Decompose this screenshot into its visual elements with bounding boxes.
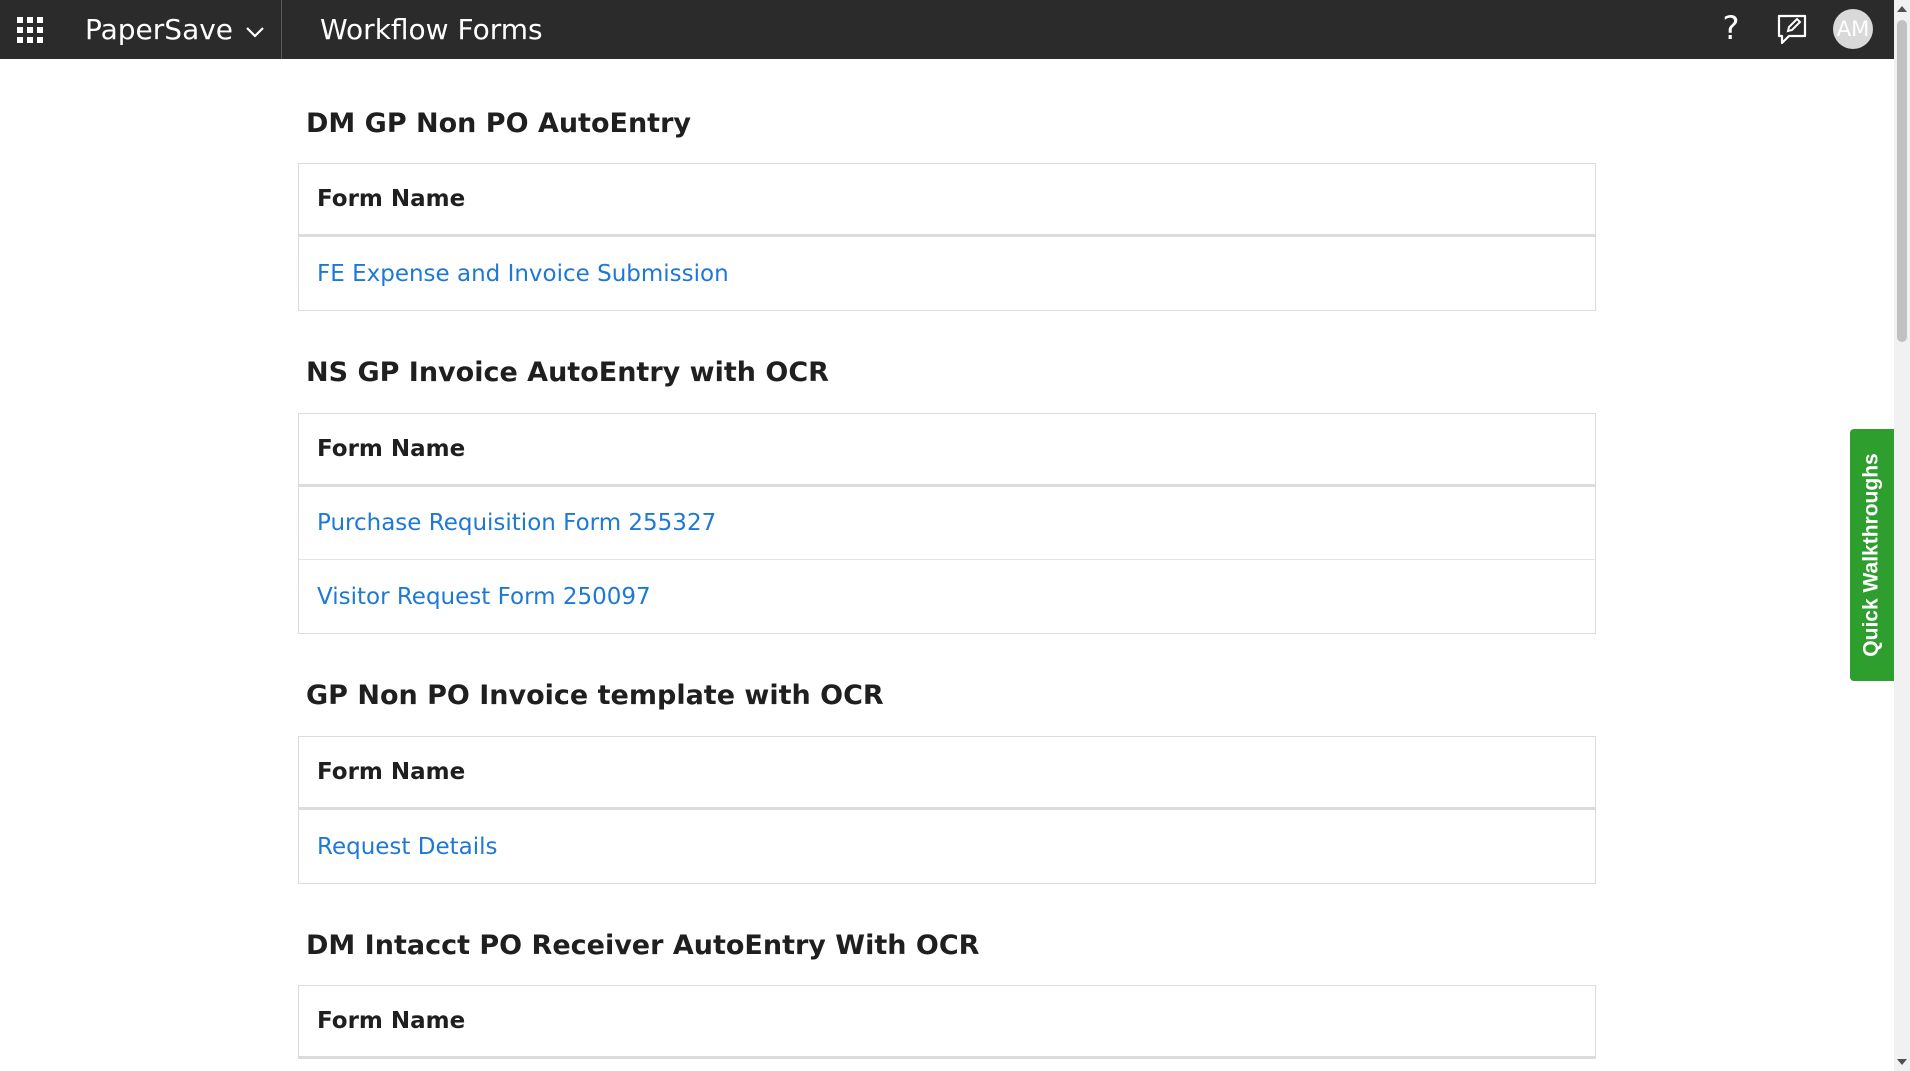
top-app-bar: PaperSave Workflow Forms ? AM bbox=[0, 0, 1894, 59]
table-row: Purchase Requisition Form 255327 bbox=[299, 487, 1595, 560]
quick-walkthroughs-label: Quick Walkthroughs bbox=[1860, 453, 1884, 657]
workflow-section: GP Non PO Invoice template with OCR Form… bbox=[298, 672, 1596, 884]
apps-grid-icon[interactable] bbox=[17, 17, 43, 43]
vertical-scrollbar[interactable] bbox=[1894, 0, 1910, 1071]
column-header-form-name: Form Name bbox=[299, 164, 1595, 237]
form-link[interactable]: Purchase Requisition Form 255327 bbox=[317, 510, 716, 536]
form-table: Form Name FE Expense and Invoice Submiss… bbox=[298, 163, 1596, 311]
section-title: DM GP Non PO AutoEntry bbox=[306, 108, 692, 139]
quick-walkthroughs-tab[interactable]: Quick Walkthroughs bbox=[1850, 429, 1894, 681]
form-table: Form Name Purchase Requisition Form 2553… bbox=[298, 413, 1596, 634]
brand-name: PaperSave bbox=[85, 13, 234, 46]
form-table: Form Name Request Details bbox=[298, 736, 1596, 884]
scroll-up-arrow-icon[interactable] bbox=[1897, 6, 1907, 12]
column-header-form-name: Form Name bbox=[299, 414, 1595, 487]
help-icon[interactable]: ? bbox=[1716, 8, 1746, 48]
section-title: NS GP Invoice AutoEntry with OCR bbox=[306, 357, 829, 388]
column-header-form-name: Form Name bbox=[299, 737, 1595, 810]
chevron-down-icon bbox=[246, 26, 264, 38]
app-title: Workflow Forms bbox=[320, 13, 543, 46]
form-table: Form Name bbox=[298, 985, 1596, 1059]
form-link[interactable]: FE Expense and Invoice Submission bbox=[317, 261, 729, 287]
table-row: Request Details bbox=[299, 810, 1595, 883]
section-title: GP Non PO Invoice template with OCR bbox=[306, 680, 884, 711]
workflow-section: DM Intacct PO Receiver AutoEntry With OC… bbox=[298, 922, 1596, 1059]
workflow-forms-list: DM GP Non PO AutoEntry Form Name FE Expe… bbox=[298, 100, 1596, 1059]
header-divider bbox=[281, 0, 282, 59]
avatar[interactable]: AM bbox=[1833, 9, 1873, 49]
section-title: DM Intacct PO Receiver AutoEntry With OC… bbox=[306, 930, 980, 961]
form-link[interactable]: Request Details bbox=[317, 834, 497, 860]
workflow-section: DM GP Non PO AutoEntry Form Name FE Expe… bbox=[298, 100, 1596, 311]
feedback-icon[interactable] bbox=[1775, 12, 1809, 46]
table-row: Visitor Request Form 250097 bbox=[299, 560, 1595, 633]
table-row: FE Expense and Invoice Submission bbox=[299, 237, 1595, 310]
form-link[interactable]: Visitor Request Form 250097 bbox=[317, 584, 651, 610]
brand-menu[interactable]: PaperSave bbox=[85, 0, 265, 59]
scroll-thumb[interactable] bbox=[1897, 20, 1907, 342]
column-header-form-name: Form Name bbox=[299, 986, 1595, 1059]
workflow-section: NS GP Invoice AutoEntry with OCR Form Na… bbox=[298, 349, 1596, 634]
scroll-down-arrow-icon[interactable] bbox=[1897, 1059, 1907, 1065]
